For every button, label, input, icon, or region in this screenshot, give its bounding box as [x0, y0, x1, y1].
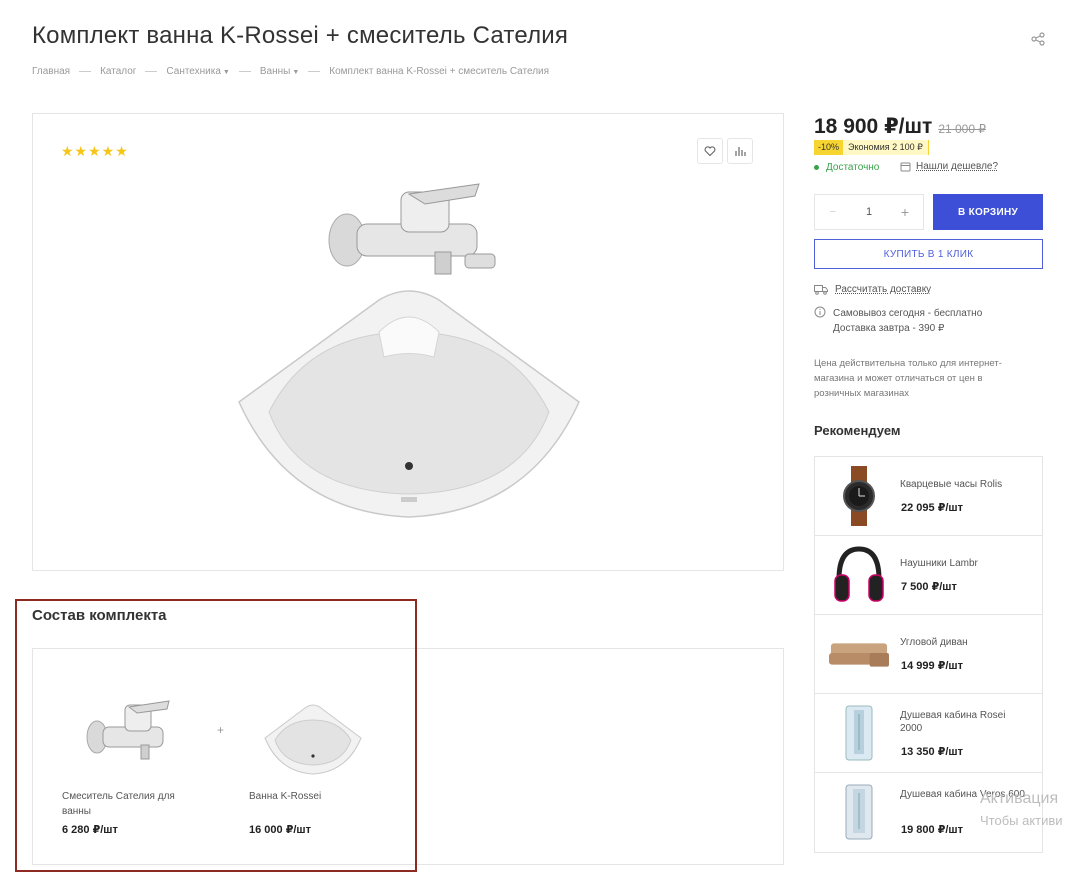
- breadcrumb-separator: [308, 71, 321, 72]
- recommend-item-name[interactable]: Наушники Lambr: [900, 557, 1025, 570]
- favorite-button[interactable]: [697, 138, 723, 164]
- delivery-tomorrow-info: Доставка завтра - 390 ₽: [833, 323, 945, 334]
- stock-status: Достаточно: [814, 162, 879, 173]
- sofa-icon: [829, 623, 889, 685]
- breadcrumb-baths-label: Ванны: [259, 66, 291, 77]
- kit-contents: + Смеситель Сателия для ванны 6 280 ₽/шт…: [32, 648, 784, 865]
- rating-stars[interactable]: ★★★★★: [61, 143, 129, 160]
- windows-activation-watermark: Активация Чтобы активи: [980, 788, 1063, 832]
- faucet-image: [328, 183, 496, 275]
- found-cheaper-label: Нашли дешевле?: [916, 161, 999, 172]
- breadcrumb-catalog[interactable]: Каталог: [100, 66, 136, 77]
- share-icon[interactable]: [1030, 31, 1046, 47]
- caret-down-icon: ▼: [292, 69, 300, 76]
- truck-icon: [814, 285, 828, 295]
- found-cheaper-link[interactable]: Нашли дешевле?: [900, 161, 998, 172]
- price-tag-icon: [900, 162, 911, 172]
- discount-saving: Экономия 2 100 ₽: [843, 140, 929, 155]
- headphones-icon: [829, 544, 889, 606]
- breadcrumb-home[interactable]: Главная: [32, 66, 70, 77]
- quantity-decrease-button[interactable]: −: [815, 206, 851, 218]
- kit-item-price: 6 280 ₽/шт: [62, 824, 118, 836]
- price-note: Цена действительна только для интернет-м…: [814, 358, 1002, 399]
- stock-status-label: Достаточно: [826, 162, 880, 173]
- kit-title: Состав комплекта: [32, 607, 167, 624]
- old-price: 21 000 ₽: [938, 122, 986, 136]
- breadcrumb-current: Комплект ванна K-Rossei + смеситель Сате…: [329, 66, 550, 77]
- heart-icon: [704, 146, 716, 157]
- add-to-cart-button[interactable]: В корзину: [933, 194, 1043, 230]
- calculate-delivery-link[interactable]: Рассчитать доставку: [814, 284, 931, 295]
- stock-dot-icon: [814, 165, 819, 170]
- breadcrumb-separator: [79, 71, 92, 72]
- breadcrumb: Главная Каталог Сантехника ▼ Ванны ▼ Компл…: [32, 66, 549, 77]
- kit-item-image-bath[interactable]: [261, 683, 366, 788]
- recommend-item-price: 22 095 ₽/шт: [901, 502, 963, 514]
- calculate-delivery-label: Рассчитать доставку: [835, 284, 932, 295]
- kit-plus-sign: +: [217, 723, 225, 737]
- recommend-item[interactable]: Кварцевые часы Rolis 22 095 ₽/шт: [815, 457, 1042, 536]
- page-title: Комплект ванна K-Rossei + смеситель Сате…: [32, 22, 569, 49]
- discount-badge: -10% Экономия 2 100 ₽: [814, 140, 929, 155]
- price-block: 18 900 ₽/шт 21 000 ₽: [814, 114, 986, 139]
- recommend-item-name[interactable]: Угловой диван: [900, 636, 1025, 649]
- current-price: 18 900 ₽/шт: [814, 115, 933, 138]
- bath-image: [238, 290, 580, 518]
- breadcrumb-plumbing[interactable]: Сантехника ▼: [166, 66, 229, 77]
- buy-one-click-button[interactable]: Купить в 1 клик: [814, 239, 1043, 269]
- quantity-increase-button[interactable]: +: [887, 204, 923, 220]
- compare-chart-icon: [735, 147, 746, 156]
- recommend-item-name[interactable]: Кварцевые часы Rolis: [900, 478, 1025, 491]
- breadcrumb-separator: [145, 71, 158, 72]
- kit-item-price: 16 000 ₽/шт: [249, 824, 311, 836]
- recommend-item-price: 13 350 ₽/шт: [901, 746, 963, 758]
- quantity-stepper: − 1 +: [814, 194, 924, 230]
- watermark-title: Активация: [980, 790, 1059, 807]
- info-icon: [814, 306, 826, 318]
- caret-down-icon: ▼: [222, 69, 230, 76]
- pickup-info: Самовывоз сегодня - бесплатно: [833, 308, 983, 319]
- kit-item-image-faucet[interactable]: [77, 677, 182, 782]
- shower-cabin-icon: [829, 781, 889, 843]
- shower-cabin-icon: [829, 702, 889, 764]
- watermark-subtitle: Чтобы активи: [980, 813, 1063, 828]
- breadcrumb-baths[interactable]: Ванны ▼: [260, 66, 299, 77]
- product-main-image[interactable]: [229, 182, 589, 522]
- recommend-item-price: 14 999 ₽/шт: [901, 660, 963, 672]
- recommend-item[interactable]: Наушники Lambr 7 500 ₽/шт: [815, 536, 1042, 615]
- recommend-title: Рекомендуем: [814, 423, 901, 438]
- product-gallery: ★★★★★: [32, 113, 784, 571]
- quantity-value[interactable]: 1: [851, 206, 887, 218]
- compare-button[interactable]: [727, 138, 753, 164]
- recommend-item-name[interactable]: Душевая кабина Rosei 2000: [900, 709, 1025, 735]
- recommend-item[interactable]: Угловой диван 14 999 ₽/шт: [815, 615, 1042, 694]
- watch-icon: [829, 465, 889, 527]
- kit-item-name[interactable]: Смеситель Сателия для ванны: [62, 789, 192, 819]
- discount-percent: -10%: [814, 140, 844, 155]
- breadcrumb-separator: [238, 71, 251, 72]
- recommend-item[interactable]: Душевая кабина Rosei 2000 13 350 ₽/шт: [815, 694, 1042, 773]
- breadcrumb-plumbing-label: Сантехника: [166, 66, 221, 77]
- recommend-item-price: 7 500 ₽/шт: [901, 581, 957, 593]
- delivery-info: Самовывоз сегодня - бесплатно Доставка з…: [814, 306, 982, 336]
- recommend-item-price: 19 800 ₽/шт: [901, 824, 963, 836]
- kit-item-name[interactable]: Ванна K-Rossei: [249, 789, 379, 804]
